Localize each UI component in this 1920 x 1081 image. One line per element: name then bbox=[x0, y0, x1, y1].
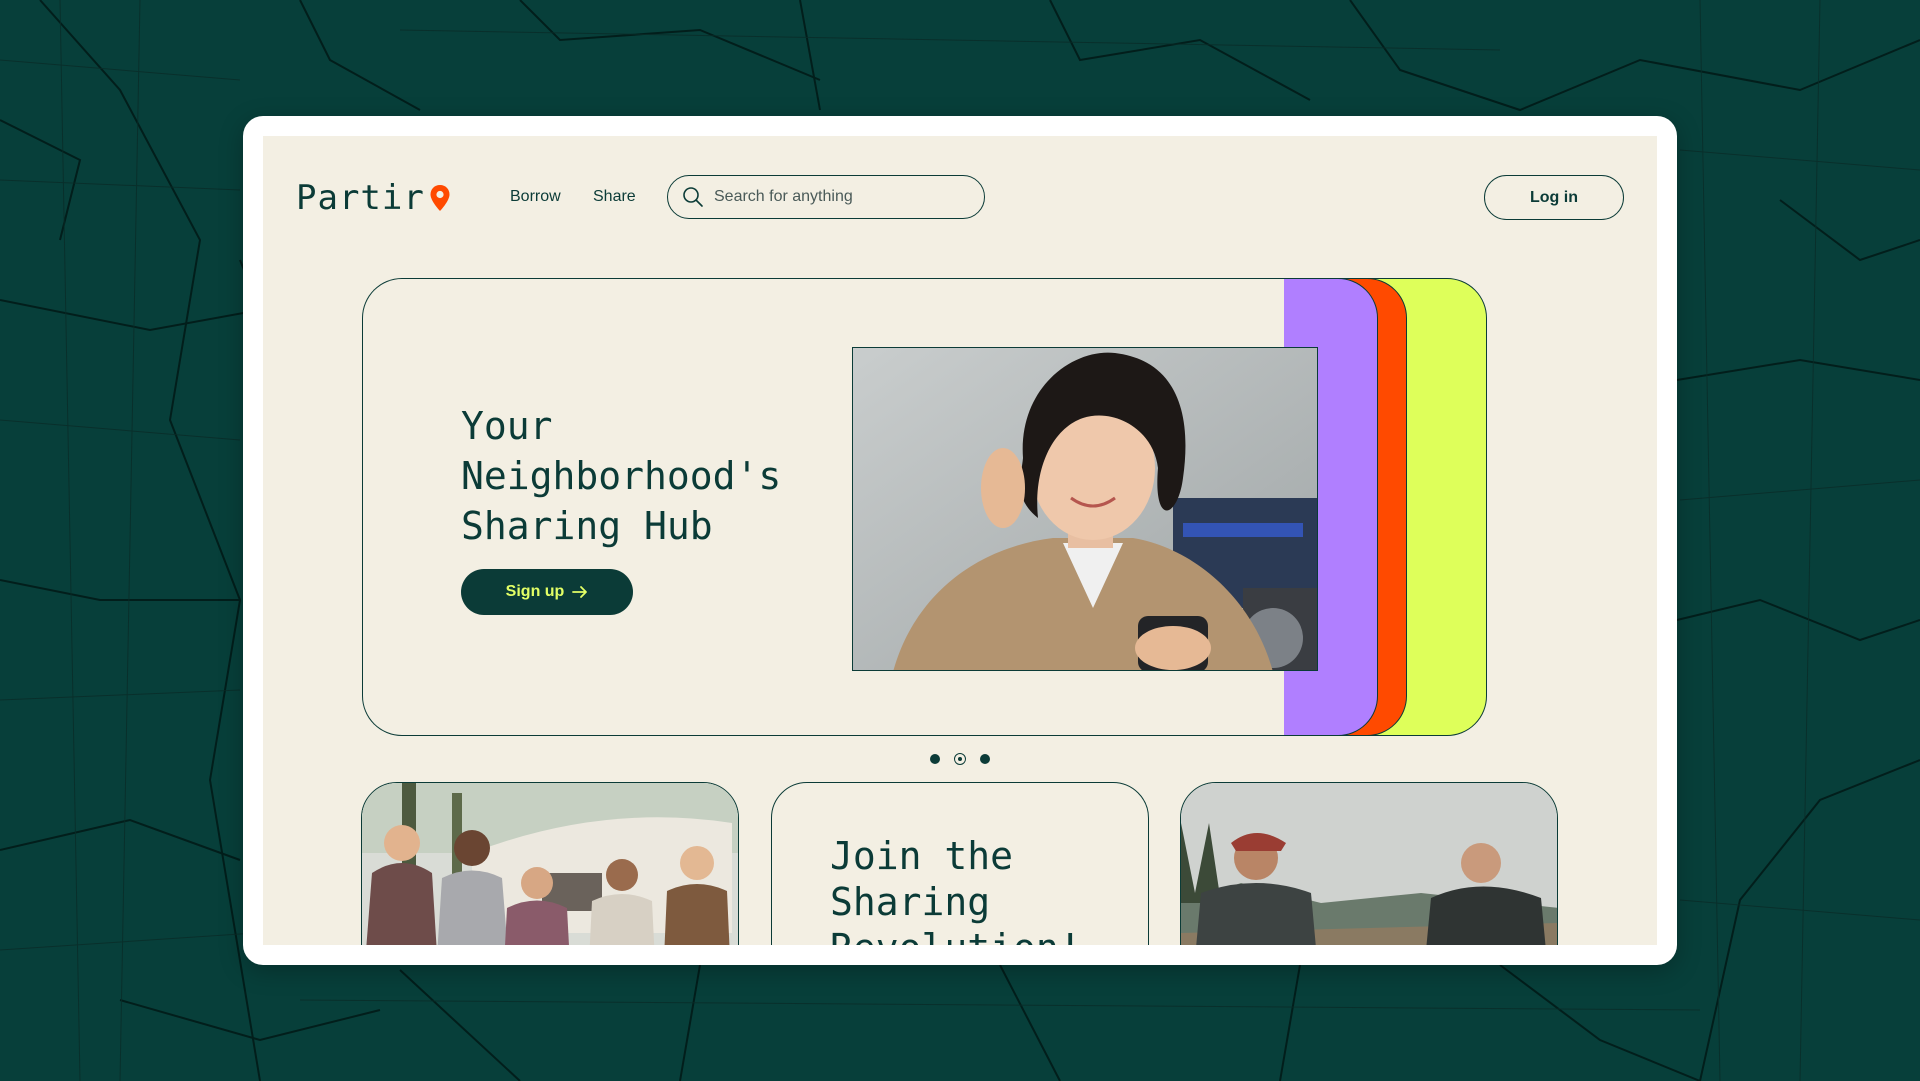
search-icon bbox=[683, 187, 703, 207]
signup-label: Sign up bbox=[505, 583, 565, 600]
carousel-pagination bbox=[263, 753, 1657, 765]
card-join-revolution[interactable]: Join the Sharing Revolution! bbox=[771, 782, 1149, 945]
carousel-dot-active[interactable] bbox=[954, 753, 966, 765]
carousel-dot[interactable] bbox=[980, 754, 990, 764]
friends-camping-photo bbox=[362, 783, 738, 945]
logo-text: Partir bbox=[296, 178, 425, 218]
location-pin-icon bbox=[430, 185, 450, 211]
hikers-photo bbox=[1181, 783, 1557, 945]
hero-photo-woman-with-phone bbox=[852, 347, 1318, 671]
signup-button[interactable]: Sign up bbox=[461, 569, 633, 615]
nav-borrow-link[interactable]: Borrow bbox=[510, 188, 561, 206]
carousel-dot[interactable] bbox=[930, 754, 940, 764]
nav-share-link[interactable]: Share bbox=[593, 188, 636, 206]
search-input[interactable] bbox=[712, 187, 976, 207]
webpage: Partir Borrow Share Log in Your Neighbor… bbox=[263, 136, 1657, 945]
browser-frame: Partir Borrow Share Log in Your Neighbor… bbox=[243, 116, 1677, 965]
card-friends-camping-photo[interactable] bbox=[361, 782, 739, 945]
search-bar[interactable] bbox=[667, 175, 985, 219]
join-card-title: Join the Sharing Revolution! bbox=[830, 834, 1082, 945]
card-hikers-photo[interactable] bbox=[1180, 782, 1558, 945]
login-button[interactable]: Log in bbox=[1484, 175, 1624, 220]
hero-title: Your Neighborhood's Sharing Hub bbox=[461, 404, 782, 548]
partir-logo[interactable]: Partir bbox=[296, 178, 451, 218]
arrow-right-icon bbox=[572, 586, 588, 598]
